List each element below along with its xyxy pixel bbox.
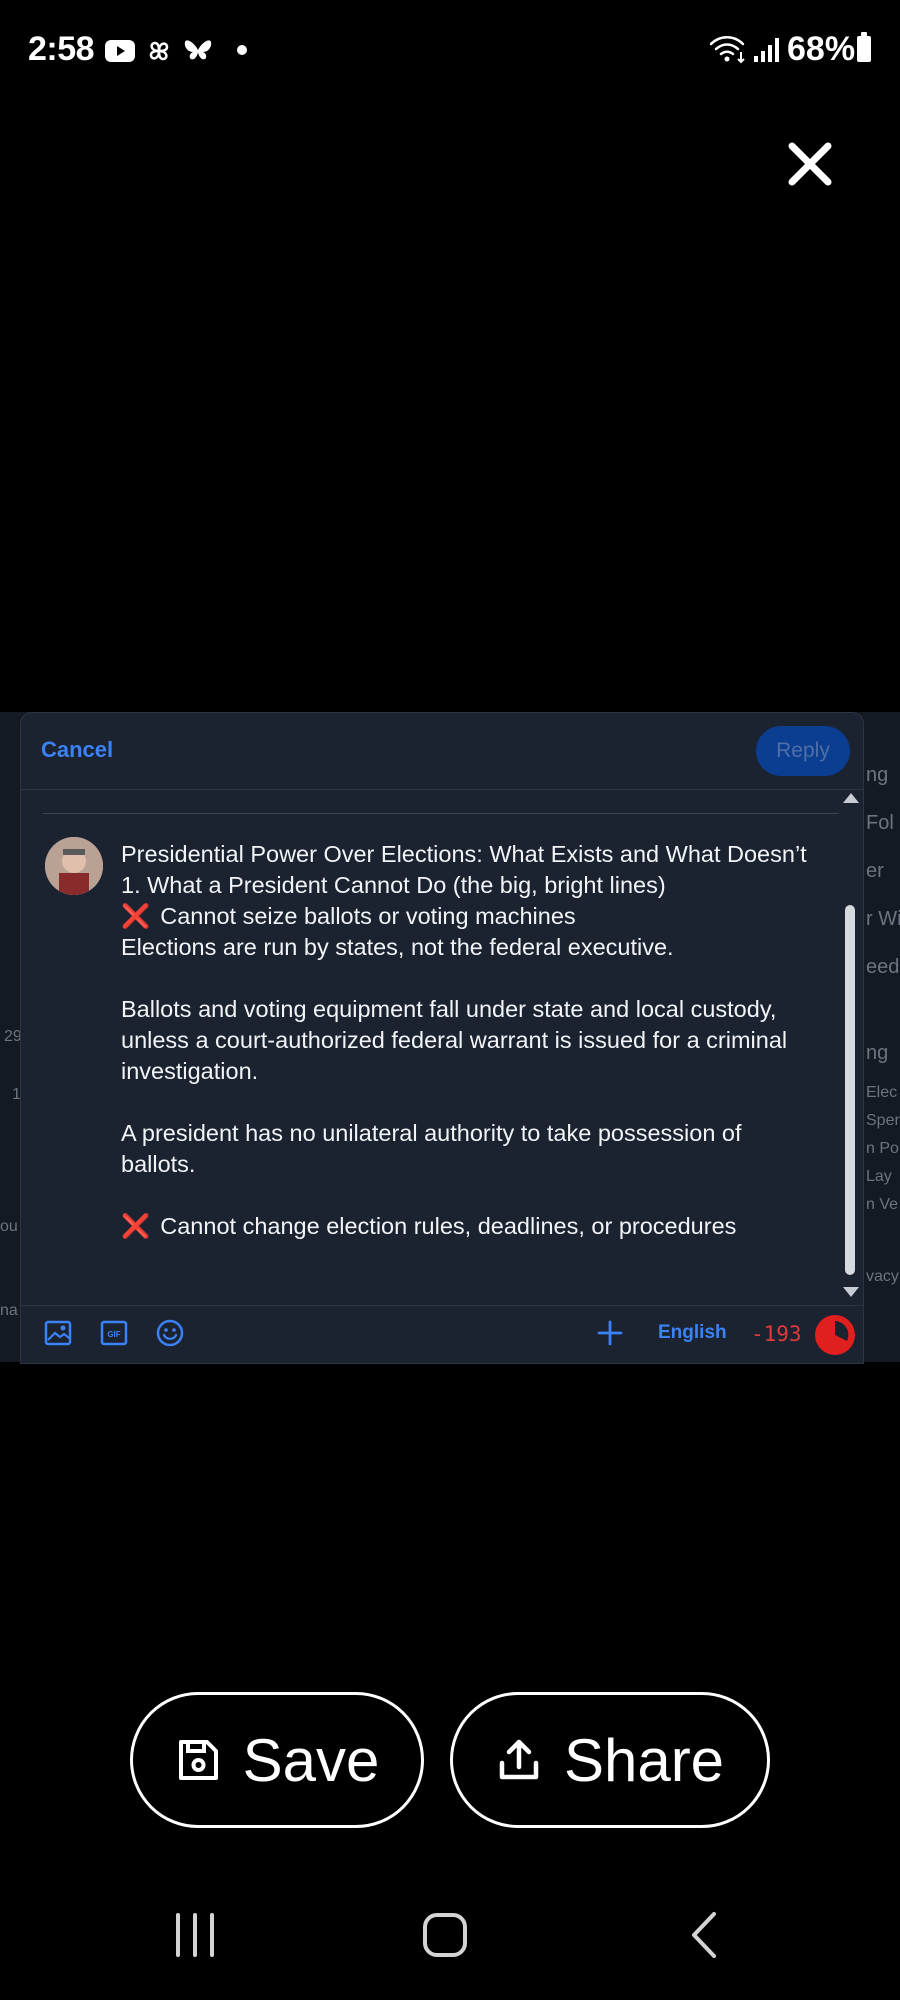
battery-percentage: 68% [787,30,856,68]
gif-icon-text: GIF [107,1330,120,1339]
reply-button[interactable]: Reply [756,726,850,776]
home-icon[interactable] [420,1910,470,1960]
avatar [45,837,103,895]
character-limit-ring-icon [815,1315,855,1355]
emoji-icon[interactable] [155,1318,185,1348]
background-text: Sper [866,1112,900,1129]
add-icon[interactable] [595,1318,625,1348]
image-icon[interactable] [43,1318,73,1348]
post-heading: 1. What a President Cannot Do (the big, … [121,872,666,898]
post-line: ❌ Cannot seize ballots or voting machines [121,901,821,932]
scroll-thumb[interactable] [845,905,855,1275]
recent-apps-icon[interactable] [170,1910,220,1960]
background-text: Fol [866,812,894,834]
gif-icon[interactable]: GIF [99,1318,129,1348]
post-line: Elections are run by states, not the fed… [121,934,674,960]
background-text: vacy [866,1268,899,1285]
post-line-text: Cannot seize ballots or voting machines [160,903,576,929]
background-text: na [0,1302,18,1319]
post-line-text: Cannot change election rules, deadlines,… [160,1213,737,1239]
wifi-icon [709,36,745,64]
character-count: -193 [751,1322,802,1346]
status-bar: 2:58 68% [0,0,900,100]
post-title: Presidential Power Over Elections: What … [121,841,807,867]
scroll-down-arrow-icon[interactable] [843,1287,859,1297]
background-text: ng [866,764,889,786]
background-text: ng [866,1042,889,1064]
signal-icon [754,38,779,62]
background-text: Elec [866,1084,898,1101]
share-label: Share [563,1726,725,1794]
background-text: eeds [866,956,900,978]
battery-icon [857,32,871,62]
pinwheel-app-icon [149,41,169,61]
scroll-up-arrow-icon[interactable] [843,793,859,803]
cross-mark-icon: ❌ [121,903,151,929]
post-text-input[interactable]: Presidential Power Over Elections: What … [121,839,821,1242]
share-button[interactable]: Share [450,1692,770,1828]
scrollbar[interactable] [841,793,859,1297]
share-icon [499,1739,539,1780]
composer-header: Cancel Reply [21,713,863,790]
post-line: Ballots and voting equipment fall under … [121,996,788,1084]
background-text: Lay [866,1168,892,1185]
cross-mark-icon: ❌ [121,1213,151,1239]
save-label: Save [242,1726,380,1794]
status-time: 2:58 [28,30,95,68]
cancel-button[interactable]: Cancel [41,737,113,763]
back-icon[interactable] [680,1910,730,1960]
background-text: r Wi [866,908,900,930]
divider [43,813,839,814]
butterfly-icon [184,40,212,60]
save-button[interactable]: Save [130,1692,424,1828]
close-icon[interactable] [780,134,840,194]
background-text: er [866,860,884,882]
composer-toolbar: GIF English -193 [21,1305,863,1363]
youtube-icon [105,40,135,62]
reply-composer: Cancel Reply Presidential Power Over Ele… [20,712,864,1364]
post-line: ❌ Cannot change election rules, deadlines… [121,1211,821,1242]
save-icon [178,1740,218,1780]
background-text: ou [0,1218,18,1235]
dot-indicator [237,45,247,55]
language-selector[interactable]: English [658,1322,727,1344]
background-text: n Po [866,1140,899,1157]
post-line: A president has no unilateral authority … [121,1120,742,1177]
background-text: n Ve [866,1196,899,1213]
